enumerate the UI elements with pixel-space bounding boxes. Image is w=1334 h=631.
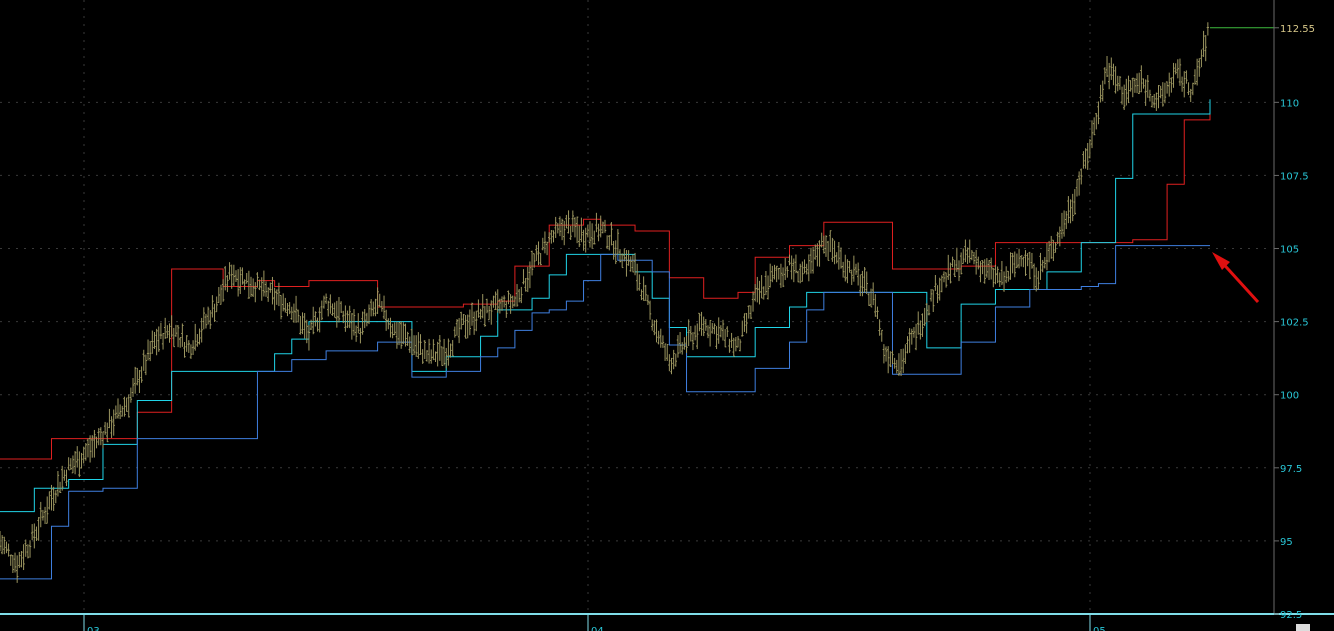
y-tick-label: 102.5 (1280, 318, 1309, 329)
y-tick-label: 110 (1280, 98, 1299, 109)
y-tick-label: 100 (1280, 391, 1299, 402)
price-chart: 92.5 95 97.5 100 102.5 105 107.5 110 112.55 03 04 0… (0, 0, 1334, 631)
x-tick-label: 03 (87, 626, 100, 631)
x-tick-label: 04 (591, 626, 604, 631)
last-price-label: 112.55 (1280, 24, 1315, 35)
plot-background (0, 0, 1334, 631)
y-tick-label: 105 (1280, 245, 1299, 256)
axis-corner-button[interactable] (1296, 624, 1310, 631)
y-tick-label: 95 (1280, 537, 1293, 548)
y-tick-label: 92.5 (1280, 610, 1302, 621)
x-tick-label: 05 (1093, 626, 1106, 631)
y-tick-label: 107.5 (1280, 171, 1309, 182)
y-tick-label: 97.5 (1280, 464, 1302, 475)
